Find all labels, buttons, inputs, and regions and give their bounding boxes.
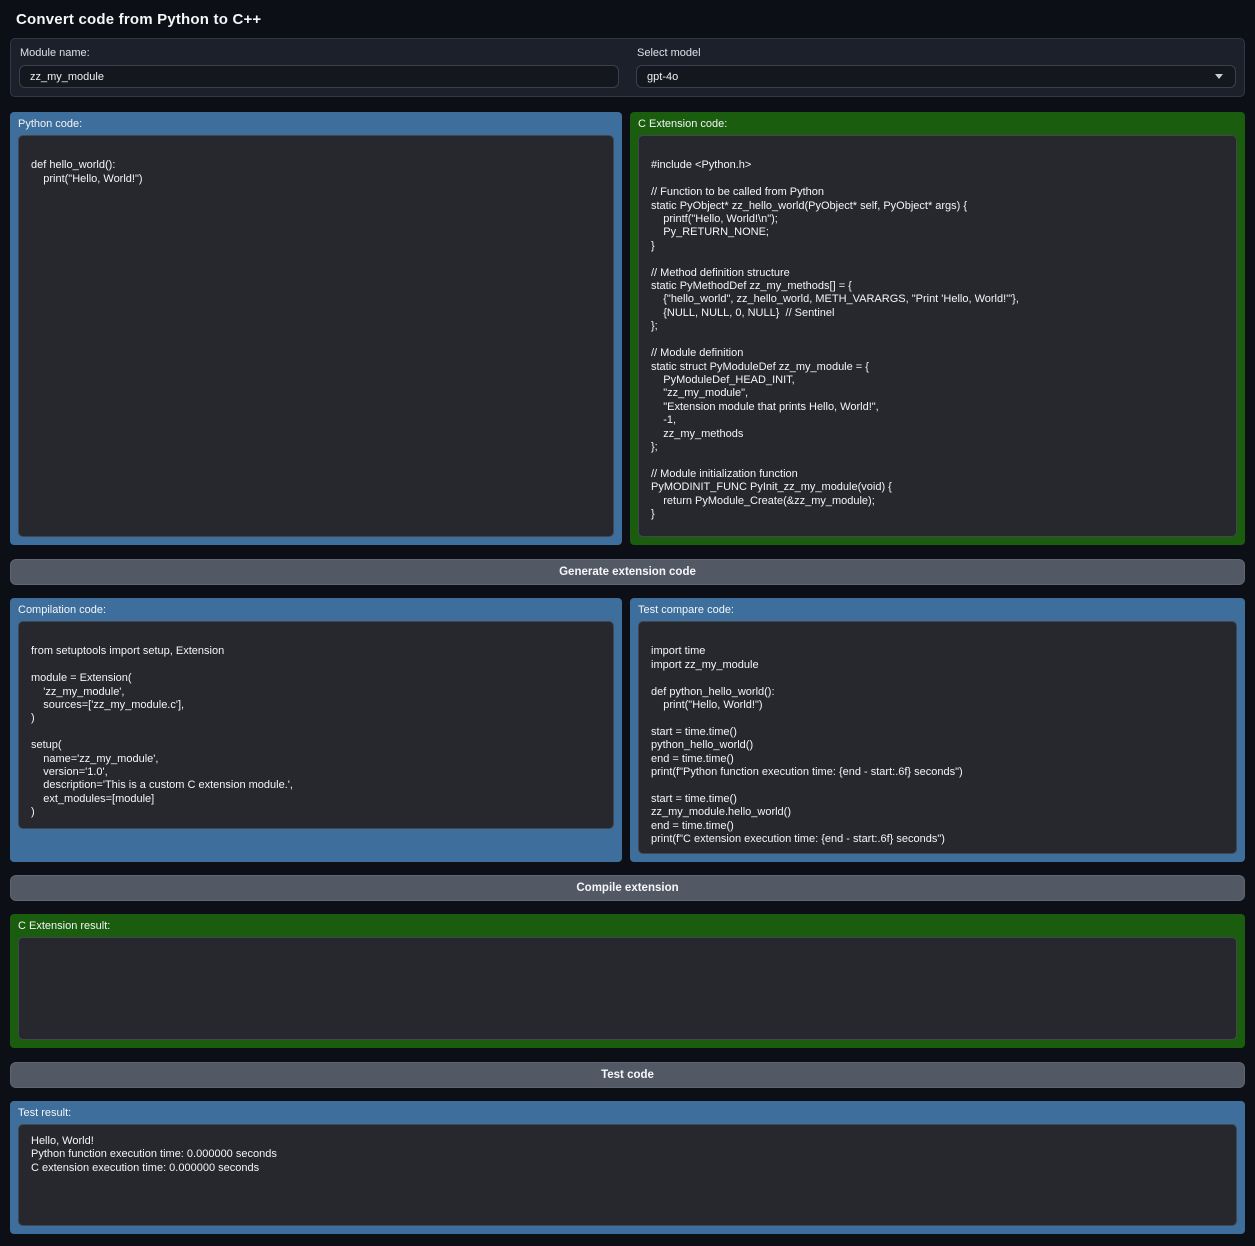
c-extension-result-textarea[interactable] [18, 937, 1237, 1040]
model-select-label: Select model [637, 47, 1236, 59]
app-root: Convert code from Python to C++ Module n… [0, 0, 1255, 1234]
c-extension-code-textarea[interactable]: #include <Python.h> // Function to be ca… [638, 135, 1237, 537]
c-extension-result-label: C Extension result: [18, 920, 1237, 932]
module-name-input[interactable] [19, 65, 619, 88]
compilation-code-textarea[interactable]: from setuptools import setup, Extension … [18, 621, 614, 829]
chevron-down-icon [1215, 74, 1223, 79]
compilation-code-label: Compilation code: [18, 604, 614, 616]
page-title: Convert code from Python to C++ [10, 0, 1245, 38]
generate-extension-code-button[interactable]: Generate extension code [10, 559, 1245, 585]
c-extension-code-label: C Extension code: [638, 118, 1237, 130]
test-result-panel: Test result: Hello, World! Python functi… [10, 1101, 1245, 1234]
module-name-label: Module name: [20, 47, 619, 59]
test-compare-code-label: Test compare code: [638, 604, 1237, 616]
compile-extension-button[interactable]: Compile extension [10, 875, 1245, 901]
test-compare-code-textarea[interactable]: import time import zz_my_module def pyth… [638, 621, 1237, 854]
module-name-group: Module name: [19, 45, 619, 88]
code-row-1: Python code: def hello_world(): print("H… [10, 112, 1245, 545]
compilation-code-panel: Compilation code: from setuptools import… [10, 598, 622, 862]
test-result-textarea[interactable]: Hello, World! Python function execution … [18, 1124, 1237, 1226]
python-code-textarea[interactable]: def hello_world(): print("Hello, World!"… [18, 135, 614, 537]
model-dropdown-value: gpt-4o [647, 71, 678, 83]
c-extension-code-panel: C Extension code: #include <Python.h> //… [630, 112, 1245, 545]
python-code-panel: Python code: def hello_world(): print("H… [10, 112, 622, 545]
model-select-group: Select model gpt-4o [636, 45, 1236, 88]
model-dropdown[interactable]: gpt-4o [636, 65, 1236, 88]
python-code-label: Python code: [18, 118, 614, 130]
test-compare-code-panel: Test compare code: import time import zz… [630, 598, 1245, 862]
test-code-button[interactable]: Test code [10, 1062, 1245, 1088]
test-result-label: Test result: [18, 1107, 1237, 1119]
c-extension-result-panel: C Extension result: [10, 914, 1245, 1048]
code-row-2: Compilation code: from setuptools import… [10, 598, 1245, 862]
config-row: Module name: Select model gpt-4o [10, 38, 1245, 97]
